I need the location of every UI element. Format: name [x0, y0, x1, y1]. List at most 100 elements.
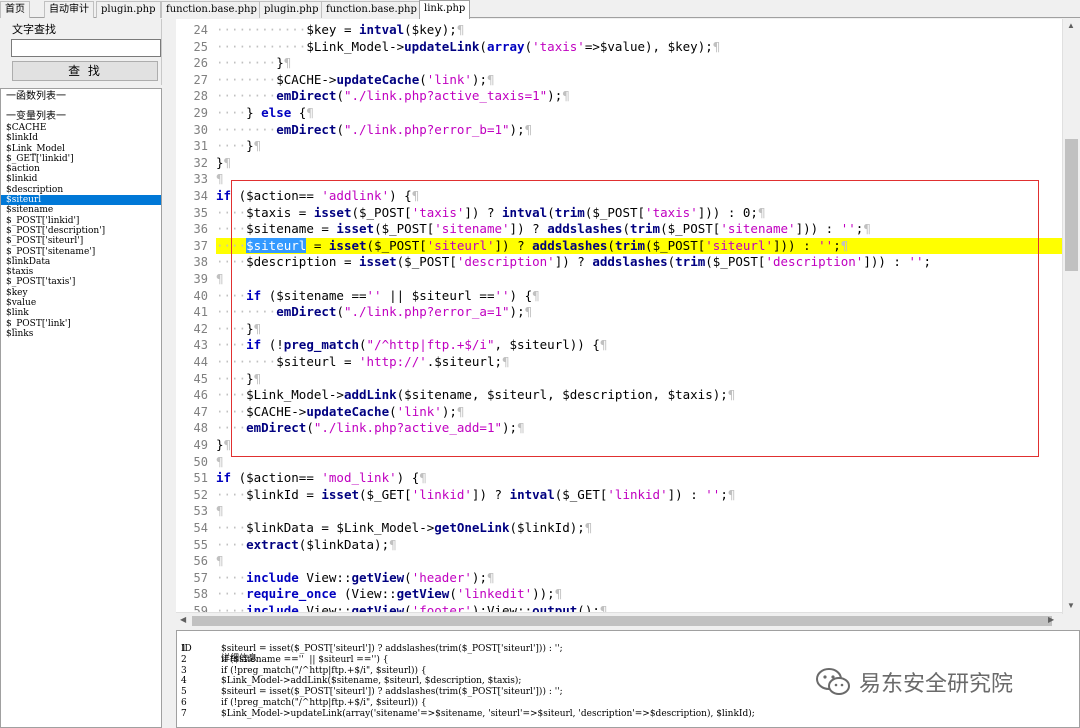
code-token: ($_POST[ — [366, 237, 427, 253]
code-token: || $siteurl == — [381, 287, 495, 303]
code-token: ¶ — [554, 586, 563, 602]
code-line: }¶ — [216, 155, 1062, 172]
result-detail: $Link_Model->updateLink(array('sitename'… — [221, 708, 755, 719]
code-token: ¶ — [863, 221, 871, 237]
code-token: if — [216, 188, 232, 203]
code-token: ···· — [216, 254, 247, 270]
code-token: array — [486, 38, 525, 54]
code-token: { — [291, 105, 307, 120]
code-token: ) { — [396, 470, 420, 486]
variable-item[interactable]: $link — [1, 308, 161, 318]
watermark: 易东安全研究院 — [815, 665, 1013, 699]
tab-2[interactable]: 自动审计 — [44, 1, 94, 18]
variable-item[interactable]: $CACHE — [1, 123, 161, 133]
variable-item[interactable]: $description — [1, 185, 161, 195]
code-token: "./link.php?error_a=1" — [343, 304, 510, 320]
code-line: ····$description = isset($_POST['descrip… — [216, 254, 1062, 271]
variable-item[interactable]: $_GET['linkid'] — [1, 154, 161, 164]
code-line: ········$siteurl = 'http://'.$siteurl;¶ — [216, 354, 1062, 371]
find-button[interactable]: 查 找 — [12, 61, 158, 81]
tab-4[interactable]: function.base.php — [161, 1, 262, 18]
code-token: addslashes — [547, 221, 623, 237]
code-token: ¶ — [253, 320, 262, 336]
line-number: 47 — [193, 404, 208, 419]
variable-item[interactable]: $_POST['link'] — [1, 319, 161, 329]
variable-item[interactable]: $links — [1, 329, 161, 339]
result-detail: if (!preg_match("/^http|ftp.+$/i", $site… — [221, 698, 427, 708]
variable-item[interactable]: $linkData — [1, 257, 161, 267]
code-editor[interactable]: 24 25 26 27 28 29 30 31 32 33 34 35 36 37 38 39 40 41 42 43… — [176, 19, 1080, 614]
variable-item[interactable]: $_POST['sitename'] — [1, 247, 161, 257]
tab-1[interactable]: 首页 — [0, 1, 30, 18]
line-number: 37 — [193, 238, 208, 253]
code-token: 'sitename' — [434, 221, 510, 237]
line-number: 36 — [193, 222, 208, 237]
variable-item[interactable]: $taxis — [1, 267, 161, 277]
code-token: ¶ — [486, 569, 495, 585]
code-token: } — [216, 154, 224, 170]
code-token: 'link' — [396, 403, 442, 419]
text-search-input[interactable] — [11, 39, 161, 57]
code-token: updateCache — [336, 71, 420, 87]
code-token: ¶ — [253, 370, 262, 386]
variable-item[interactable]: $linkId — [1, 133, 161, 143]
line-number: 54 — [193, 521, 208, 535]
horizontal-scroll-thumb[interactable] — [192, 616, 1052, 626]
variable-item[interactable]: $value — [1, 298, 161, 308]
scroll-down-icon[interactable]: ▼ — [1067, 601, 1075, 610]
code-token: $siteurl = — [276, 354, 360, 369]
code-token: if — [246, 337, 262, 353]
result-id: 1 — [181, 644, 187, 654]
variable-item[interactable]: $_POST['linkid'] — [1, 216, 161, 226]
code-area[interactable]: ············$key = intval($key);¶ ·······… — [216, 19, 1062, 614]
code-token: ···· — [216, 536, 247, 552]
code-token: ¶ — [456, 403, 465, 419]
scroll-up-icon[interactable]: ▲ — [1067, 21, 1075, 30]
variable-item[interactable]: $Link_Model — [1, 144, 161, 154]
code-token: ); — [471, 569, 487, 585]
variable-item[interactable]: $sitename — [1, 205, 161, 215]
code-token: ¶ — [517, 420, 525, 436]
tab-6[interactable]: function.base.php — [321, 1, 422, 18]
code-line: ········}¶ — [216, 55, 1062, 72]
code-token: trim — [675, 254, 706, 270]
symbol-list[interactable]: 一函数列表一 一变量列表一 $CACHE $linkId $Link_Model $_… — [0, 88, 162, 728]
code-token: ( — [449, 586, 457, 602]
tab-5[interactable]: plugin.php — [259, 1, 324, 18]
variable-item[interactable]: $siteurl — [1, 195, 161, 206]
variable-item[interactable]: $_POST['siteurl'] — [1, 236, 161, 246]
code-token: ); — [502, 420, 518, 436]
code-token: ········ — [216, 354, 277, 369]
code-token: 'link' — [426, 71, 472, 87]
code-token: ; — [720, 486, 728, 502]
line-number: 42 — [193, 321, 208, 336]
variable-item[interactable]: $_POST['description'] — [1, 226, 161, 236]
code-token: else — [261, 105, 292, 120]
variable-item[interactable]: $linkid — [1, 174, 161, 184]
code-token: trim — [554, 204, 585, 220]
code-token: ¶ — [253, 138, 262, 154]
variable-item[interactable]: $_POST['taxis'] — [1, 277, 161, 287]
code-token: ···· — [216, 105, 247, 120]
code-token: ¶ — [532, 287, 540, 303]
code-token: 'addlink' — [321, 188, 390, 203]
variable-item[interactable]: $key — [1, 288, 161, 298]
tab-7[interactable]: link.php — [419, 0, 471, 19]
code-token: ])) : — [795, 221, 841, 237]
code-token: ($key); — [404, 22, 457, 37]
horizontal-scrollbar[interactable]: ◀ ▶ — [176, 612, 1062, 628]
variable-item[interactable]: $action — [1, 164, 161, 174]
scroll-right-icon[interactable]: ▶ — [1048, 615, 1054, 624]
code-line: ············$Link_Model->updateLink(arra… — [216, 39, 1062, 56]
code-line: ····}¶ — [216, 138, 1062, 155]
vertical-scrollbar[interactable]: ▲ ▼ — [1062, 19, 1080, 614]
code-token: ( — [359, 337, 367, 353]
code-token: ···· — [216, 320, 247, 336]
tab-3[interactable]: plugin.php — [96, 1, 161, 18]
code-token: ( — [419, 71, 427, 87]
code-token: ]) ? — [471, 486, 510, 502]
code-token: $sitename = — [246, 221, 337, 237]
vertical-scroll-thumb[interactable] — [1065, 139, 1078, 271]
code-token: "/^http|ftp.+$/i" — [366, 337, 495, 353]
scroll-left-icon[interactable]: ◀ — [180, 615, 186, 624]
